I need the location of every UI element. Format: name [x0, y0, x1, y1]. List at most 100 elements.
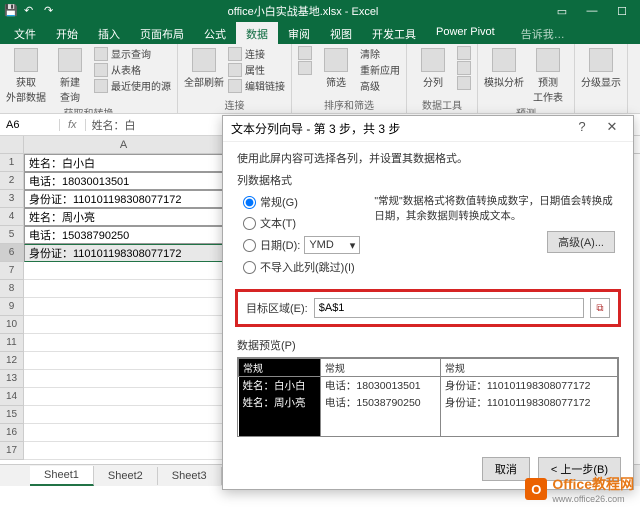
- row-header[interactable]: 4: [0, 208, 24, 226]
- row-header[interactable]: 8: [0, 280, 24, 298]
- data-validation-button[interactable]: [457, 76, 471, 90]
- row-header[interactable]: 6: [0, 244, 24, 262]
- cell[interactable]: [24, 262, 224, 280]
- reapply-button[interactable]: 重新应用: [360, 62, 400, 77]
- sheet-tab-1[interactable]: Sheet1: [30, 466, 94, 486]
- recent-sources-button[interactable]: 最近使用的源: [94, 78, 171, 93]
- sheet-tab-2[interactable]: Sheet2: [94, 467, 158, 485]
- row-header[interactable]: 16: [0, 424, 24, 442]
- maximize-icon[interactable]: ☐: [608, 1, 636, 21]
- group-label-connections: 连接: [184, 96, 285, 113]
- ribbon: 获取 外部数据 新建 查询 显示查询 从表格 最近使用的源 获取和转换 全部刷新…: [0, 44, 640, 114]
- row-header[interactable]: 1: [0, 154, 24, 172]
- cell[interactable]: [24, 442, 224, 460]
- show-queries-button[interactable]: 显示查询: [94, 46, 171, 61]
- cell[interactable]: [24, 406, 224, 424]
- cancel-button[interactable]: 取消: [482, 457, 530, 481]
- preview-cell: 姓名：周小亮: [239, 394, 321, 411]
- ribbon-options-icon[interactable]: ▭: [548, 1, 576, 21]
- refresh-all-button[interactable]: 全部刷新: [184, 46, 224, 96]
- cell[interactable]: [24, 298, 224, 316]
- cell[interactable]: [24, 334, 224, 352]
- tab-developer[interactable]: 开发工具: [362, 22, 426, 44]
- radio-skip[interactable]: 不导入此列(跳过)(I): [243, 259, 360, 275]
- row-header[interactable]: 14: [0, 388, 24, 406]
- tab-insert[interactable]: 插入: [88, 22, 130, 44]
- cell[interactable]: 姓名：白小白: [24, 154, 224, 172]
- flash-fill-button[interactable]: [457, 46, 471, 60]
- cell[interactable]: 身份证：110101198308077172: [24, 190, 224, 208]
- cell[interactable]: 姓名：周小亮: [24, 208, 224, 226]
- radio-general[interactable]: 常规(G): [243, 194, 360, 210]
- clear-filter-button[interactable]: 清除: [360, 46, 400, 61]
- properties-button[interactable]: 属性: [228, 62, 285, 77]
- new-query-button[interactable]: 新建 查询: [50, 46, 90, 104]
- tell-me[interactable]: 告诉我…: [513, 22, 573, 44]
- tab-view[interactable]: 视图: [320, 22, 362, 44]
- from-table-button[interactable]: 从表格: [94, 62, 171, 77]
- tab-home[interactable]: 开始: [46, 22, 88, 44]
- cell[interactable]: [24, 352, 224, 370]
- get-external-data-button[interactable]: 获取 外部数据: [6, 46, 46, 104]
- tab-powerpivot[interactable]: Power Pivot: [426, 22, 505, 44]
- row-header[interactable]: 13: [0, 370, 24, 388]
- remove-duplicates-button[interactable]: [457, 61, 471, 75]
- cell-selected[interactable]: 身份证：110101198308077172: [24, 244, 224, 262]
- range-picker-button[interactable]: ⧉: [590, 298, 610, 318]
- row-header[interactable]: 2: [0, 172, 24, 190]
- format-hint: "常规"数据格式将数值转换成数字，日期值会转换成日期，其余数据则转换成文本。: [374, 194, 615, 223]
- row-header[interactable]: 3: [0, 190, 24, 208]
- advanced-button[interactable]: 高级(A)...: [547, 231, 615, 253]
- close-button[interactable]: ✕: [599, 119, 625, 139]
- row-header[interactable]: 17: [0, 442, 24, 460]
- fx-icon[interactable]: fx: [60, 119, 86, 131]
- connections-button[interactable]: 连接: [228, 46, 285, 61]
- undo-icon[interactable]: ↶: [24, 4, 38, 18]
- formula-value[interactable]: 姓名：白: [86, 117, 142, 133]
- redo-icon[interactable]: ↷: [44, 4, 58, 18]
- minimize-icon[interactable]: —: [578, 1, 606, 21]
- whatif-button[interactable]: 模拟分析: [484, 46, 524, 104]
- row-header[interactable]: 7: [0, 262, 24, 280]
- row-header[interactable]: 15: [0, 406, 24, 424]
- cell[interactable]: [24, 424, 224, 442]
- column-header-a[interactable]: A: [24, 136, 224, 153]
- cell[interactable]: [24, 388, 224, 406]
- group-label-transform: 获取和转换: [6, 104, 171, 114]
- preview-header: 常规: [239, 359, 321, 377]
- select-all-corner[interactable]: [0, 136, 24, 153]
- radio-date[interactable]: 日期(D): YMD▾: [243, 236, 360, 254]
- forecast-sheet-button[interactable]: 预测 工作表: [528, 46, 568, 104]
- cell[interactable]: [24, 280, 224, 298]
- radio-text[interactable]: 文本(T): [243, 215, 360, 231]
- cell[interactable]: [24, 316, 224, 334]
- destination-input[interactable]: [314, 298, 584, 318]
- row-header[interactable]: 11: [0, 334, 24, 352]
- edit-links-button[interactable]: 编辑链接: [228, 78, 285, 93]
- save-icon[interactable]: 💾: [4, 4, 18, 18]
- cell[interactable]: 电话：18030013501: [24, 172, 224, 190]
- name-box[interactable]: A6: [0, 119, 60, 131]
- sheet-tab-3[interactable]: Sheet3: [158, 467, 222, 485]
- brand-url: www.office26.com: [552, 494, 634, 504]
- tab-formula[interactable]: 公式: [194, 22, 236, 44]
- advanced-filter-button[interactable]: 高级: [360, 78, 400, 93]
- row-header[interactable]: 12: [0, 352, 24, 370]
- tab-review[interactable]: 审阅: [278, 22, 320, 44]
- column-format-label: 列数据格式: [237, 172, 619, 188]
- text-to-columns-button[interactable]: 分列: [413, 46, 453, 96]
- tab-layout[interactable]: 页面布局: [130, 22, 194, 44]
- outline-button[interactable]: 分级显示: [581, 46, 621, 111]
- filter-button[interactable]: 筛选: [316, 46, 356, 96]
- row-header[interactable]: 9: [0, 298, 24, 316]
- row-header[interactable]: 5: [0, 226, 24, 244]
- row-header[interactable]: 10: [0, 316, 24, 334]
- sort-za-button[interactable]: [298, 61, 312, 75]
- sort-az-button[interactable]: [298, 46, 312, 60]
- cell[interactable]: [24, 370, 224, 388]
- date-format-dropdown[interactable]: YMD▾: [304, 236, 360, 254]
- tab-file[interactable]: 文件: [4, 22, 46, 44]
- cell[interactable]: 电话：15038790250: [24, 226, 224, 244]
- tab-data[interactable]: 数据: [236, 22, 278, 44]
- help-button[interactable]: ?: [569, 119, 595, 139]
